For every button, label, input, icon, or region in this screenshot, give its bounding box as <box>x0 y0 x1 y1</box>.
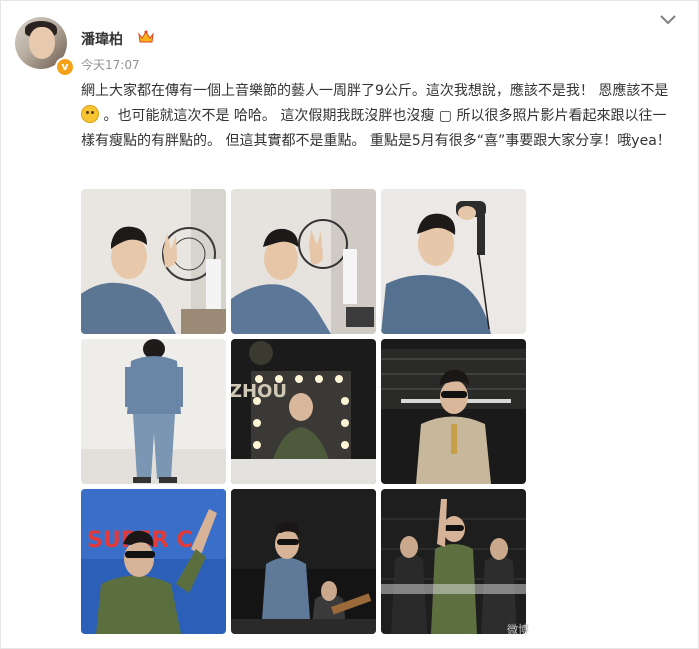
post-text-part-2: 。也可能就這次不是 哈哈。 這次假期我既沒胖也沒瘦 ▢ 所以很多照片影片看起來跟… <box>81 108 671 149</box>
post-text: 網上大家都在傳有一個上音樂節的藝人一周胖了9公斤。這次我想說，應該不是我！ 恩應… <box>81 79 679 154</box>
smile-emoji-icon <box>81 105 99 123</box>
watermark: 微博 <box>507 623 529 636</box>
post-text-part-1: 網上大家都在傳有一個上音樂節的藝人一周胖了9公斤。這次我想說，應該不是我！ 恩應… <box>81 83 669 99</box>
chevron-down-icon[interactable] <box>659 13 677 27</box>
photo-3[interactable] <box>381 189 526 334</box>
photo-9[interactable] <box>381 489 526 634</box>
photo-5[interactable]: ZHOU <box>231 339 376 484</box>
post-card: v 潘瑋柏 今天17:07 網上大家都在傳有一個上音樂節的藝人一周胖了9公斤。這… <box>0 0 699 649</box>
photo-2[interactable] <box>231 189 376 334</box>
photo-4[interactable] <box>81 339 226 484</box>
photo-7[interactable]: SUPER C <box>81 489 226 634</box>
photo-6[interactable] <box>381 339 526 484</box>
photo-8[interactable] <box>231 489 376 634</box>
verified-v-icon: v <box>55 57 75 77</box>
svg-text:ZHOU: ZHOU <box>231 381 287 402</box>
photo-grid: ZHOU C <box>81 189 526 634</box>
crown-icon[interactable] <box>137 29 155 45</box>
username[interactable]: 潘瑋柏 <box>81 29 123 49</box>
photo-1[interactable] <box>81 189 226 334</box>
post-timestamp[interactable]: 今天17:07 <box>81 56 140 73</box>
